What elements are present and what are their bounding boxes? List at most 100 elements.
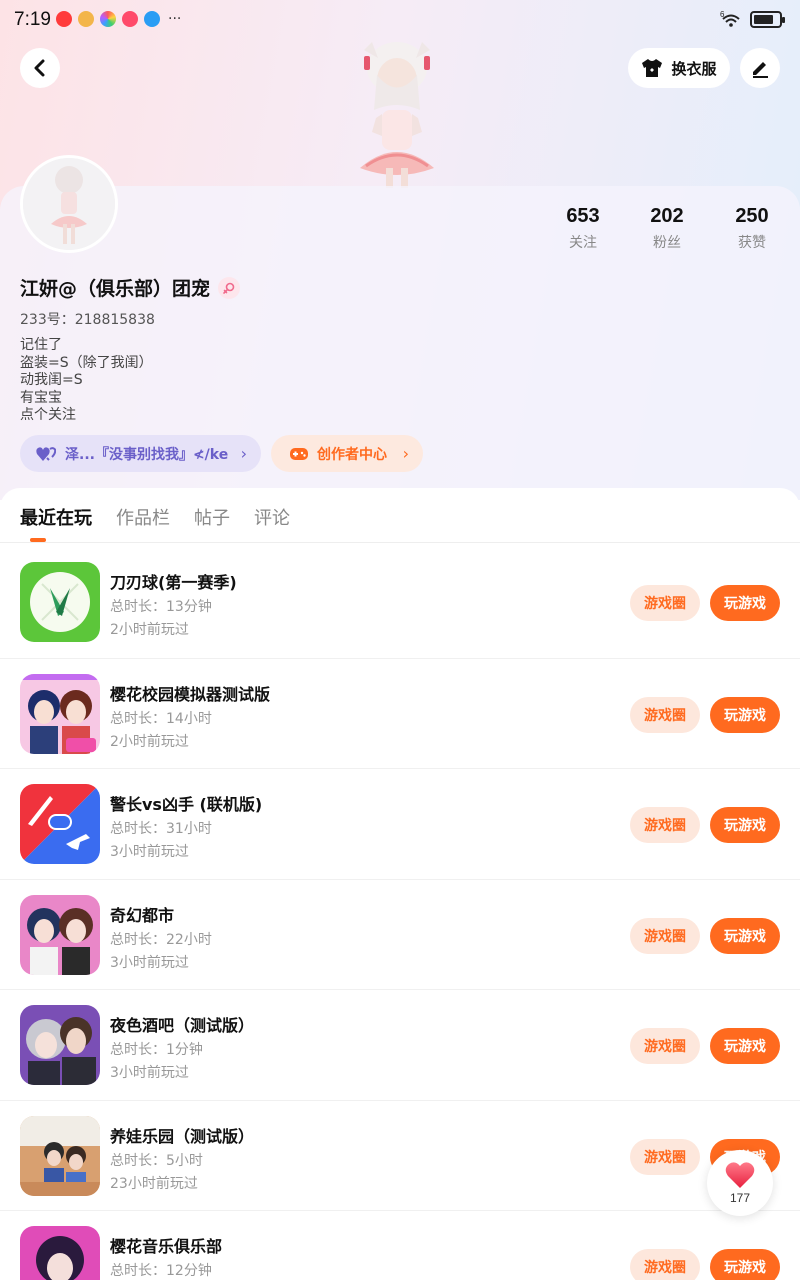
bio-line: 有宝宝 xyxy=(20,389,62,406)
username-row: 江妍@（俱乐部）团宠 xyxy=(20,274,241,301)
play-game-button[interactable]: 玩游戏 xyxy=(710,807,780,843)
gamepad-icon xyxy=(290,447,308,460)
notification-icon xyxy=(144,11,160,27)
play-game-button[interactable]: 玩游戏 xyxy=(710,1249,780,1280)
change-outfit-label: 换衣服 xyxy=(671,59,717,78)
game-last-played: 3小时前玩过 xyxy=(110,954,189,971)
game-icon-art xyxy=(20,894,100,975)
tab-comments[interactable]: 评论 xyxy=(254,504,290,530)
game-icon-art xyxy=(20,1115,100,1196)
game-duration: 总时长：31小时 xyxy=(110,821,212,837)
profile-avatar[interactable] xyxy=(20,155,118,253)
game-circle-button[interactable]: 游戏圈 xyxy=(630,917,700,954)
game-circle-button[interactable]: 游戏圈 xyxy=(630,1028,700,1064)
heart-pair-icon xyxy=(36,446,56,461)
bio-line: 记住了 xyxy=(20,337,62,353)
tab-recent[interactable]: 最近在玩 xyxy=(20,504,92,530)
game-circle-button[interactable]: 游戏圈 xyxy=(630,696,700,733)
status-bar: 7:19 ··· 6 xyxy=(0,0,800,40)
game-icon xyxy=(20,784,100,864)
edit-profile-button[interactable] xyxy=(740,48,780,88)
status-time: 7:19 xyxy=(14,9,51,30)
stat-likes[interactable]: 250 获赞 xyxy=(712,205,792,252)
chevron-right-icon: › xyxy=(402,444,409,463)
game-icon-art xyxy=(20,562,100,642)
game-last-played: 23小时前玩过 xyxy=(110,1175,198,1192)
game-circle-button[interactable]: 游戏圈 xyxy=(630,585,700,621)
game-title: 刀刃球(第一赛季) xyxy=(110,573,237,592)
notification-icon xyxy=(100,11,116,27)
notification-icon xyxy=(122,11,138,27)
game-title: 樱花音乐俱乐部 xyxy=(110,1237,223,1256)
game-icon xyxy=(20,562,100,642)
game-title: 养娃乐园（测试版） xyxy=(110,1126,255,1146)
game-icon xyxy=(20,1226,100,1280)
like-count: 177 xyxy=(729,1191,751,1205)
stat-fans[interactable]: 202 粉丝 xyxy=(627,205,707,252)
tab-works[interactable]: 作品栏 xyxy=(116,504,170,530)
list-item[interactable]: 夜色酒吧（测试版） 总时长：1分钟 3小时前玩过 游戏圈 玩游戏 xyxy=(0,989,800,1100)
tabs-section: 最近在玩 作品栏 帖子 评论 xyxy=(0,488,800,544)
tab-bar: 最近在玩 作品栏 帖子 评论 xyxy=(20,504,290,530)
status-app-icons: ··· xyxy=(56,11,181,27)
stat-likes-value: 250 xyxy=(735,205,769,227)
avatar-image xyxy=(23,158,115,250)
bio: 记住了 盗装=S（除了我闺） 动我闺=S 有宝宝 点个关注 xyxy=(20,337,153,425)
game-title: 奇幻都市 xyxy=(110,905,175,925)
game-last-played: 3小时前玩过 xyxy=(110,844,189,860)
game-duration: 总时长：5小时 xyxy=(110,1152,203,1169)
battery-icon xyxy=(750,10,785,28)
game-icon xyxy=(20,673,100,754)
bio-line: 点个关注 xyxy=(20,407,76,423)
notification-icon xyxy=(78,11,94,27)
stat-following-value: 653 xyxy=(566,205,600,227)
like-float-button[interactable]: 177 xyxy=(707,1150,773,1216)
game-circle-button[interactable]: 游戏圈 xyxy=(630,1138,700,1175)
pencil-icon xyxy=(753,62,768,78)
wifi-icon: 6 xyxy=(720,10,740,27)
female-symbol xyxy=(223,282,235,294)
divider xyxy=(0,542,800,543)
club-chip-label: 泽...『没事别找我』≮/ke xyxy=(65,446,229,463)
game-title: 警长vs凶手 (联机版) xyxy=(110,795,263,814)
list-item[interactable]: 奇幻都市 总时长：22小时 3小时前玩过 游戏圈 玩游戏 xyxy=(0,878,800,990)
list-item[interactable]: 樱花音乐俱乐部 总时长：12分钟 游戏圈 玩游戏 xyxy=(0,1210,800,1280)
avatar-figure[interactable] xyxy=(342,40,452,190)
stat-fans-value: 202 xyxy=(650,205,684,227)
shirt-icon xyxy=(642,59,663,77)
play-game-button[interactable]: 玩游戏 xyxy=(710,1028,780,1064)
play-game-button[interactable]: 玩游戏 xyxy=(710,696,780,733)
user-id: 233号：218815838 xyxy=(20,312,155,328)
list-item[interactable]: 樱花校园模拟器测试版 总时长：14小时 2小时前玩过 游戏圈 玩游戏 xyxy=(0,657,800,769)
back-button[interactable] xyxy=(20,48,60,88)
bio-line: 盗装=S（除了我闺） xyxy=(20,354,153,371)
play-game-button[interactable]: 玩游戏 xyxy=(710,585,780,621)
stat-following[interactable]: 653 关注 xyxy=(543,205,623,252)
battery-level xyxy=(754,14,774,24)
game-duration: 总时长：1分钟 xyxy=(110,1042,203,1058)
game-duration: 总时长：13分钟 xyxy=(110,599,212,615)
game-duration: 总时长：14小时 xyxy=(110,710,212,727)
creator-center-chip[interactable]: 创作者中心 › xyxy=(271,435,423,472)
more-notifications-icon: ··· xyxy=(168,11,182,27)
stat-fans-label: 粉丝 xyxy=(653,235,681,251)
bio-line: 动我闺=S xyxy=(20,372,83,388)
game-duration: 总时长：22小时 xyxy=(110,931,212,948)
game-icon xyxy=(20,1115,100,1196)
game-circle-button[interactable]: 游戏圈 xyxy=(630,807,700,843)
play-game-button[interactable]: 玩游戏 xyxy=(710,917,780,954)
tab-posts[interactable]: 帖子 xyxy=(194,504,230,530)
game-title: 夜色酒吧（测试版） xyxy=(110,1016,255,1035)
game-icon xyxy=(20,894,100,975)
notification-icon xyxy=(56,11,72,27)
list-item[interactable]: 养娃乐园（测试版） 总时长：5小时 23小时前玩过 游戏圈 玩游戏 xyxy=(0,1099,800,1211)
change-outfit-button[interactable]: 换衣服 xyxy=(628,48,730,88)
chevron-left-icon xyxy=(34,59,45,77)
game-circle-button[interactable]: 游戏圈 xyxy=(630,1249,700,1280)
game-icon xyxy=(20,1005,100,1085)
club-chip[interactable]: 泽...『没事别找我』≮/ke › xyxy=(20,435,261,472)
game-icon-art xyxy=(20,1005,100,1085)
list-item[interactable]: 刀刃球(第一赛季) 总时长：13分钟 2小时前玩过 游戏圈 玩游戏 xyxy=(0,547,800,658)
list-item[interactable]: 警长vs凶手 (联机版) 总时长：31小时 3小时前玩过 游戏圈 玩游戏 xyxy=(0,768,800,879)
game-icon-art xyxy=(20,1226,100,1280)
